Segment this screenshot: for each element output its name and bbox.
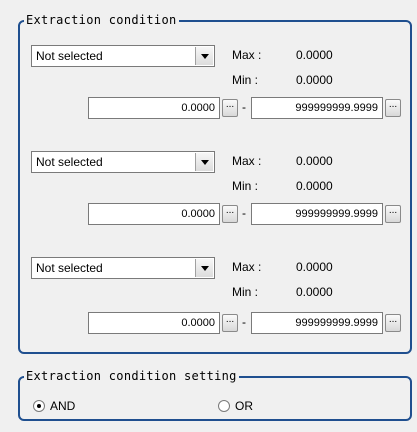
condition-1-lower-input[interactable]: 0.0000: [88, 97, 220, 119]
extraction-condition-title: Extraction condition: [24, 13, 179, 27]
or-radio-label[interactable]: OR: [235, 399, 253, 413]
condition-3-range-dash: -: [242, 315, 246, 329]
condition-3-lower-dots-button[interactable]: ...: [222, 314, 238, 332]
chevron-down-icon[interactable]: [195, 153, 213, 171]
chevron-down-icon[interactable]: [195, 259, 213, 277]
condition-3-selector-value: Not selected: [36, 261, 103, 275]
condition-3-selector[interactable]: Not selected: [31, 257, 215, 279]
extraction-condition-setting-title: Extraction condition setting: [24, 369, 239, 383]
condition-2-lower-dots-button[interactable]: ...: [222, 205, 238, 223]
condition-1-selector-value: Not selected: [36, 49, 103, 63]
condition-1-min-label: Min :: [232, 73, 259, 87]
condition-1-range-dash: -: [242, 100, 246, 114]
and-radio-label[interactable]: AND: [50, 399, 75, 413]
condition-1-max-label: Max :: [232, 48, 262, 62]
and-radio[interactable]: [33, 400, 45, 412]
condition-1-min-value: 0.0000: [296, 73, 333, 87]
condition-3-lower-input[interactable]: 0.0000: [88, 312, 220, 334]
extraction-condition-setting-group: Extraction condition setting: [18, 369, 412, 421]
extraction-condition-group: Extraction condition: [18, 13, 412, 354]
condition-1-selector[interactable]: Not selected: [31, 45, 215, 67]
condition-2-range-dash: -: [242, 206, 246, 220]
condition-2-max-value: 0.0000: [296, 154, 333, 168]
condition-3-upper-dots-button[interactable]: ...: [385, 314, 401, 332]
or-radio[interactable]: [218, 400, 230, 412]
condition-2-upper-dots-button[interactable]: ...: [385, 205, 401, 223]
condition-2-upper-input[interactable]: 999999999.9999: [251, 203, 383, 225]
condition-2-min-value: 0.0000: [296, 179, 333, 193]
condition-2-lower-input[interactable]: 0.0000: [88, 203, 220, 225]
condition-3-upper-input[interactable]: 999999999.9999: [251, 312, 383, 334]
condition-3-max-label: Max :: [232, 260, 262, 274]
chevron-down-icon[interactable]: [195, 47, 213, 65]
condition-2-min-label: Min :: [232, 179, 259, 193]
condition-2-selector[interactable]: Not selected: [31, 151, 215, 173]
condition-3-min-value: 0.0000: [296, 285, 333, 299]
condition-2-selector-value: Not selected: [36, 155, 103, 169]
condition-1-upper-input[interactable]: 999999999.9999: [251, 97, 383, 119]
condition-3-min-label: Min :: [232, 285, 259, 299]
condition-2-max-label: Max :: [232, 154, 262, 168]
condition-1-lower-dots-button[interactable]: ...: [222, 99, 238, 117]
condition-1-upper-dots-button[interactable]: ...: [385, 99, 401, 117]
condition-1-max-value: 0.0000: [296, 48, 333, 62]
condition-3-max-value: 0.0000: [296, 260, 333, 274]
